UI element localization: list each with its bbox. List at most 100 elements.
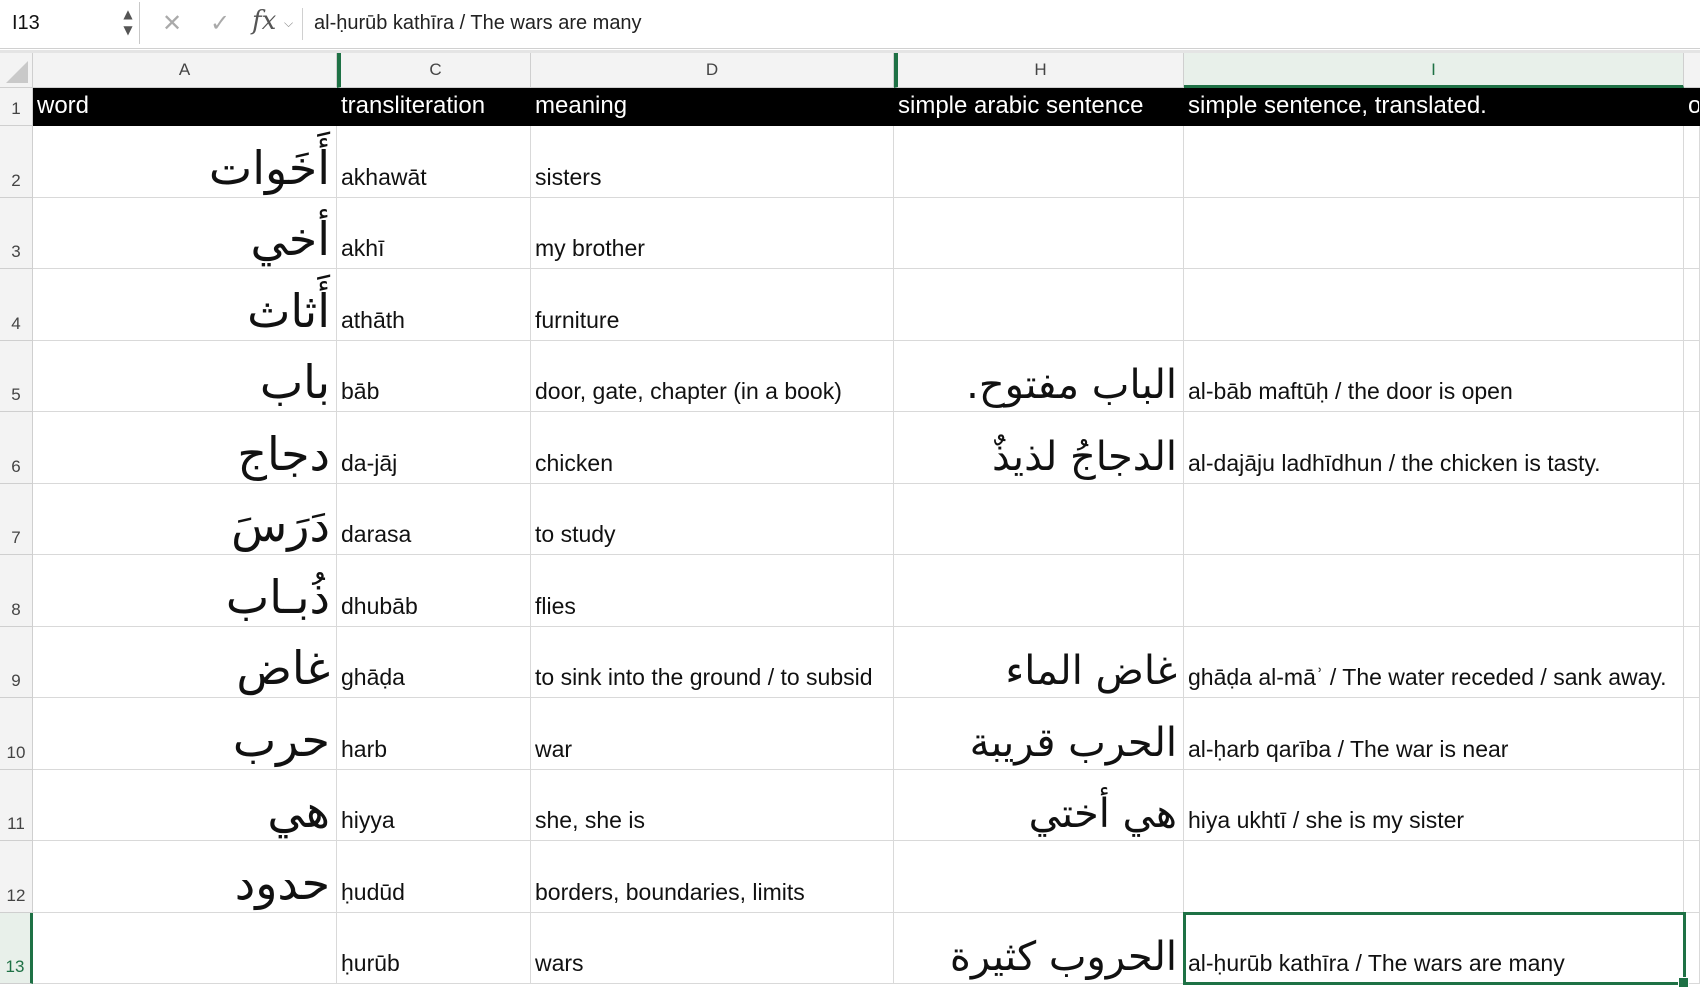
cell-d10[interactable]: war [531,698,894,770]
cell-a4[interactable]: أَثاث [33,269,337,341]
cell-a10[interactable]: حرب [33,698,337,770]
cell-a7[interactable]: دَرَسَ [33,484,337,555]
cell-c12[interactable]: ḥudūd [337,841,531,913]
cell-c3[interactable]: akhī [337,198,531,269]
cell-h13[interactable]: الحروب كثيرة [894,913,1184,984]
cell-i11[interactable]: hiya ukhtī / she is my sister [1184,770,1684,841]
cell-i5[interactable]: al-bāb maftūḥ / the door is open [1184,341,1684,412]
cell-d12[interactable]: borders, boundaries, limits [531,841,894,913]
cell-j2[interactable] [1684,126,1700,198]
row-header[interactable]: 11 [0,770,33,841]
cell-d7[interactable]: to study [531,484,894,555]
cell-a6[interactable]: دجاج [33,412,337,484]
row-header[interactable]: 6 [0,412,33,484]
cell-j13[interactable] [1684,913,1700,984]
row-header[interactable]: 12 [0,841,33,913]
row-header[interactable]: 9 [0,627,33,698]
cell-h12[interactable] [894,841,1184,913]
cell-h2[interactable] [894,126,1184,198]
row-header[interactable]: 2 [0,126,33,198]
cell-j11[interactable] [1684,770,1700,841]
cell-h8[interactable] [894,555,1184,627]
cell-h10[interactable]: الحرب قريبة [894,698,1184,770]
insert-function-icon[interactable]: fx [252,6,276,36]
header-cell-i[interactable]: simple sentence, translated. [1184,88,1684,126]
cell-h4[interactable] [894,269,1184,341]
row-header[interactable]: 7 [0,484,33,555]
cell-h5[interactable]: الباب مفتوح. [894,341,1184,412]
cell-h7[interactable] [894,484,1184,555]
cell-d13[interactable]: wars [531,913,894,984]
cell-d8[interactable]: flies [531,555,894,627]
cell-a8[interactable]: ذُبـاب [33,555,337,627]
cell-j5[interactable] [1684,341,1700,412]
cell-d5[interactable]: door, gate, chapter (in a book) [531,341,894,412]
cell-j9[interactable] [1684,627,1700,698]
chevron-down-icon[interactable]: ⌵ [284,16,293,31]
cell-h6[interactable]: الدجاجُ لذيذٌ [894,412,1184,484]
name-box[interactable]: I13 ▲ ▼ [0,2,140,44]
cell-a13[interactable] [33,913,337,984]
cell-i3[interactable] [1184,198,1684,269]
cell-c11[interactable]: hiyya [337,770,531,841]
formula-input[interactable]: al-ḥurūb kathīra / The wars are many [314,12,642,35]
cell-j12[interactable] [1684,841,1700,913]
row-header[interactable]: 3 [0,198,33,269]
cell-j4[interactable] [1684,269,1700,341]
cell-c8[interactable]: dhubāb [337,555,531,627]
row-header[interactable]: 5 [0,341,33,412]
cell-i2[interactable] [1184,126,1684,198]
cell-a2[interactable]: أَخَوات [33,126,337,198]
row-header[interactable]: 10 [0,698,33,770]
cell-c7[interactable]: darasa [337,484,531,555]
cell-i9[interactable]: ghāḍa al-māʾ / The water receded / sank … [1184,627,1684,698]
cell-j3[interactable] [1684,198,1700,269]
row-header[interactable]: 4 [0,269,33,341]
cell-i8[interactable] [1184,555,1684,627]
row-header[interactable]: 13 [0,913,33,984]
enter-icon[interactable]: ✓ [210,8,230,38]
cell-i4[interactable] [1184,269,1684,341]
cell-d4[interactable]: furniture [531,269,894,341]
header-cell-c[interactable]: transliteration [337,88,531,126]
cell-i6[interactable]: al-dajāju ladhīdhun / the chicken is tas… [1184,412,1684,484]
cancel-icon[interactable]: ✕ [162,8,182,38]
column-header-a[interactable]: A [33,53,337,88]
select-all-corner[interactable] [0,53,33,88]
column-header-h[interactable]: H [894,53,1184,88]
cell-c6[interactable]: da-jāj [337,412,531,484]
cell-d11[interactable]: she, she is [531,770,894,841]
cell-a11[interactable]: هي [33,770,337,841]
cell-c4[interactable]: athāth [337,269,531,341]
row-header[interactable]: 1 [0,88,33,126]
cell-a3[interactable]: أخي [33,198,337,269]
cell-j7[interactable] [1684,484,1700,555]
cell-c2[interactable]: akhawāt [337,126,531,198]
column-header-i[interactable]: I [1184,53,1684,88]
cell-d6[interactable]: chicken [531,412,894,484]
column-header-d[interactable]: D [531,53,894,88]
cell-j10[interactable] [1684,698,1700,770]
cell-j8[interactable] [1684,555,1700,627]
cell-i10[interactable]: al-ḥarb qarība / The war is near [1184,698,1684,770]
cell-c9[interactable]: ghāḍa [337,627,531,698]
cell-i12[interactable] [1184,841,1684,913]
cell-h3[interactable] [894,198,1184,269]
cell-i13[interactable]: al-ḥurūb kathīra / The wars are many [1184,913,1684,984]
row-header[interactable]: 8 [0,555,33,627]
cell-c10[interactable]: harb [337,698,531,770]
cell-j6[interactable] [1684,412,1700,484]
cell-c13[interactable]: ḥurūb [337,913,531,984]
cell-h9[interactable]: غاض الماء [894,627,1184,698]
cell-a5[interactable]: باب [33,341,337,412]
cell-d2[interactable]: sisters [531,126,894,198]
header-cell-j[interactable]: ot [1684,88,1700,126]
cell-d9[interactable]: to sink into the ground / to subsid [531,627,894,698]
column-header-next[interactable] [1684,53,1700,88]
cell-a12[interactable]: حدود [33,841,337,913]
name-box-stepper-icon[interactable]: ▲ ▼ [120,6,136,38]
cell-a9[interactable]: غاض [33,627,337,698]
column-header-c[interactable]: C [337,53,531,88]
header-cell-d[interactable]: meaning [531,88,894,126]
cell-c5[interactable]: bāb [337,341,531,412]
